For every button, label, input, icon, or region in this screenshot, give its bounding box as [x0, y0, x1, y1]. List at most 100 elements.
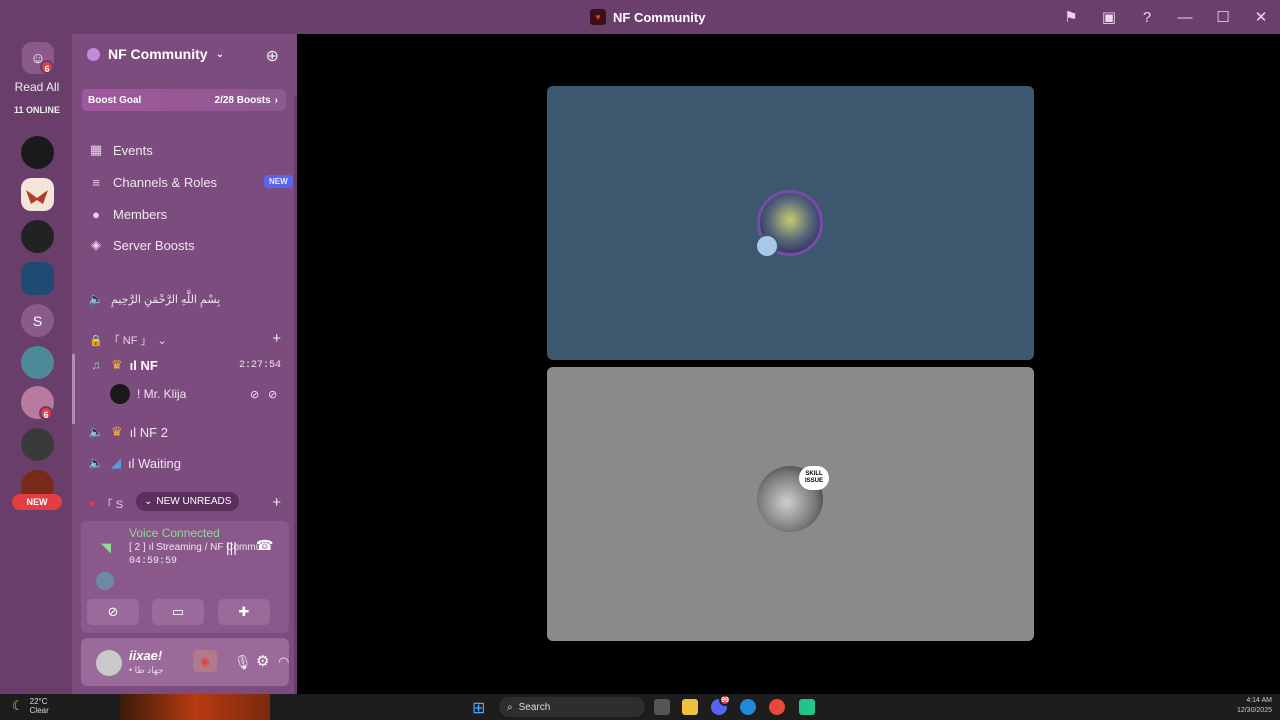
task-view-icon[interactable]	[654, 699, 670, 715]
direct-messages-button[interactable]: ☺ 6	[22, 42, 54, 74]
server-s-label: S	[32, 312, 43, 329]
server-badge: 6	[39, 406, 53, 420]
headphones-icon[interactable]: ◠	[278, 654, 289, 670]
settings-gear-icon[interactable]: ⚙	[256, 652, 269, 670]
start-icon[interactable]: ⊞	[472, 698, 485, 718]
taskbar-background-art	[120, 694, 270, 720]
voice-status[interactable]: Voice Connected	[129, 526, 220, 540]
menu-channels-roles[interactable]: ≡ Channels & Roles NEW	[88, 172, 298, 192]
inbox-icon[interactable]: ▣	[1090, 8, 1128, 26]
server-icon-1[interactable]	[21, 136, 54, 169]
discord-taskbar-icon[interactable]: 99	[711, 694, 731, 715]
server-icon-7[interactable]: 6	[21, 386, 54, 420]
muted-icon: ⊘	[250, 388, 260, 401]
chevron-down-icon: ⌄	[215, 48, 224, 60]
taskbar-search[interactable]: ⌕ Search	[499, 697, 645, 717]
members-icon: ●	[92, 206, 100, 222]
server-icon-6[interactable]	[21, 346, 54, 379]
voice-user-name: ! Mr. Klija	[137, 387, 187, 401]
screen-share-icon: ▭	[171, 604, 185, 619]
menu-members[interactable]: ● Members	[88, 204, 167, 224]
category-s[interactable]: ● 「 S	[89, 496, 123, 512]
create-channel-icon-2[interactable]: +	[272, 494, 281, 511]
boost-goal-bar[interactable]: Boost Goal 2/28 Boosts ›	[82, 89, 286, 111]
video-tile-2[interactable]: SKILL ISSUE	[547, 367, 1034, 641]
clock-time: 4:14 AM	[1246, 697, 1272, 704]
screen-share-button[interactable]: ▭	[152, 599, 204, 625]
game-icon[interactable]: ◉	[193, 650, 217, 672]
microphone-icon[interactable]: 🎙	[234, 654, 252, 671]
user-avatar[interactable]	[96, 650, 122, 676]
lock-icon: 🔒	[89, 334, 103, 347]
boost-icon: ◈	[91, 237, 101, 252]
crown-icon: ♛	[111, 357, 123, 372]
user-avatar	[110, 384, 130, 404]
file-explorer-icon[interactable]	[682, 699, 698, 715]
participant-emoji-icon	[755, 234, 779, 258]
server-name-header[interactable]: NF Community ⌄	[87, 46, 224, 62]
red-dot-icon: ●	[89, 498, 96, 510]
disconnect-icon[interactable]: ☎	[256, 537, 273, 554]
channel-name-waiting: ıl Waiting	[128, 455, 181, 471]
window-title: ♥ NF Community	[590, 9, 705, 25]
chrome-icon[interactable]	[769, 699, 785, 715]
search-label: Search	[518, 701, 551, 713]
video-tile-1[interactable]	[547, 86, 1034, 360]
voice-active-icon: ♫	[91, 358, 101, 372]
new-unreads-button[interactable]: ⌄ NEW UNREADS	[136, 492, 240, 511]
server-icon-s[interactable]: S	[21, 304, 54, 337]
speaker-icon: 🔈	[88, 456, 104, 470]
channel-name-nf2: ıl NF 2	[129, 424, 168, 440]
weather-widget[interactable]: ☾ 22°C Clear	[12, 697, 49, 715]
server-icon-3[interactable]	[21, 220, 54, 253]
server-logo-icon: ♥	[590, 9, 606, 25]
help-icon[interactable]: ?	[1128, 9, 1166, 26]
system-tray[interactable]: 4:14 AM 12/30/2025	[1237, 696, 1272, 716]
menu-events[interactable]: ▦ Events	[88, 140, 153, 160]
server-icon-4[interactable]	[21, 262, 54, 295]
channel-nf[interactable]: ♫ ♛ ıl NF 2:27:54	[88, 355, 288, 375]
weather-condition: Clear	[29, 706, 49, 715]
channel-sidebar: NF Community ⌄ ⊕ Boost Goal 2/28 Boosts …	[72, 34, 297, 694]
user-status: • جهاد طا	[129, 665, 164, 675]
online-count: 11 ONLINE	[13, 105, 60, 115]
edge-icon[interactable]	[740, 699, 756, 715]
minimize-icon[interactable]: —	[1166, 9, 1204, 26]
bismillah-channel[interactable]: 🔈 بِسْمِ اللَّهِ الرَّحْمَنِ الرَّحِيمِ	[88, 289, 221, 309]
windows-taskbar: ☾ 22°C Clear ⊞ ⌕ Search 99 4:14 AM 12/30…	[0, 694, 1280, 720]
new-server-badge[interactable]: NEW	[12, 494, 62, 510]
read-all-button[interactable]: Read All	[0, 80, 74, 94]
server-icon-8[interactable]	[21, 428, 54, 461]
user-name[interactable]: iixae!	[129, 648, 162, 663]
activities-icon: ✚	[238, 604, 250, 619]
boost-goal-label: Boost Goal	[88, 94, 142, 106]
camera-off-icon: ⊘	[107, 604, 119, 619]
channel-waiting[interactable]: 🔈 ◢ ıl Waiting	[88, 453, 181, 473]
invite-people-icon[interactable]: ⊕	[266, 46, 279, 66]
signal-icon[interactable]: ◥	[101, 540, 111, 556]
close-icon[interactable]: ✕	[1242, 8, 1280, 26]
activities-button[interactable]: ✚	[218, 599, 270, 625]
maximize-icon[interactable]: ☐	[1204, 8, 1242, 26]
activity-avatar[interactable]	[96, 572, 114, 590]
deafened-icon: ⊘	[268, 388, 278, 401]
app-icon[interactable]	[799, 699, 815, 715]
active-channel-indicator	[72, 354, 75, 424]
speaker-icon: 🔈	[88, 292, 104, 306]
channel-nf2[interactable]: 🔈 ♛ ıl NF 2	[88, 422, 168, 442]
category-label: 「 NF 」	[108, 335, 152, 347]
camera-button[interactable]: ⊘	[87, 599, 139, 625]
server-icon-2[interactable]	[21, 178, 54, 211]
flag-icon[interactable]: ⚑	[1052, 8, 1090, 26]
menu-server-boosts[interactable]: ◈ Server Boosts	[88, 235, 195, 255]
voice-user[interactable]: ! Mr. Klija ⊘ ⊘	[110, 384, 285, 404]
chevron-down-icon: ⌄	[144, 496, 153, 507]
server-name: NF Community	[108, 46, 208, 62]
chevron-down-icon: ⌄	[157, 334, 167, 347]
noise-suppression-icon[interactable]: |||	[226, 539, 237, 555]
category-nf[interactable]: 🔒 「 NF 」 ⌄	[89, 332, 167, 348]
discord-taskbar-badge: 99	[719, 694, 731, 706]
sidebar-edge	[294, 96, 297, 694]
create-channel-icon[interactable]: +	[272, 330, 281, 347]
menu-label-channels: Channels & Roles	[113, 174, 218, 190]
